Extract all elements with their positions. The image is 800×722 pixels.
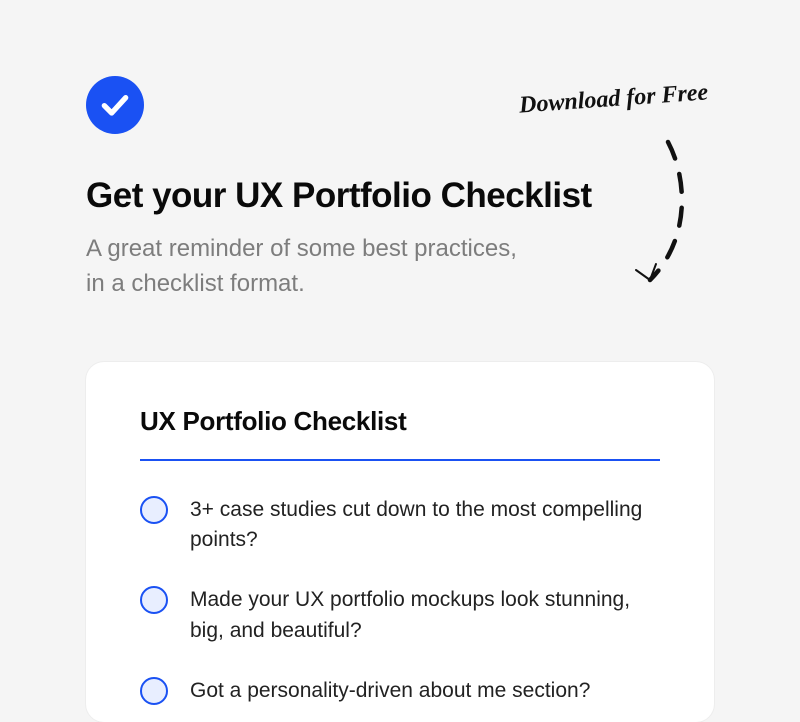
checklist-item-text: Got a personality-driven about me sectio… [190,676,590,706]
checklist-card: UX Portfolio Checklist 3+ case studies c… [86,362,714,722]
check-icon [99,89,131,121]
checklist-item: Made your UX portfolio mockups look stun… [140,585,660,646]
page-heading: Get your UX Portfolio Checklist [86,176,714,216]
checklist-item-text: Made your UX portfolio mockups look stun… [190,585,650,646]
subheading-line-2: in a checklist format. [86,270,305,297]
page-subheading: A great reminder of some best practices,… [86,232,606,302]
subheading-line-1: A great reminder of some best practices, [86,235,517,262]
card-title: UX Portfolio Checklist [140,406,660,437]
checklist-item: Got a personality-driven about me sectio… [140,676,660,706]
download-annotation: Download for Free [518,79,709,119]
checklist-item-text: 3+ case studies cut down to the most com… [190,495,650,556]
unchecked-circle-icon[interactable] [140,677,168,705]
unchecked-circle-icon[interactable] [140,496,168,524]
card-divider [140,459,660,461]
unchecked-circle-icon[interactable] [140,586,168,614]
check-badge [86,76,144,134]
checklist-item: 3+ case studies cut down to the most com… [140,495,660,556]
